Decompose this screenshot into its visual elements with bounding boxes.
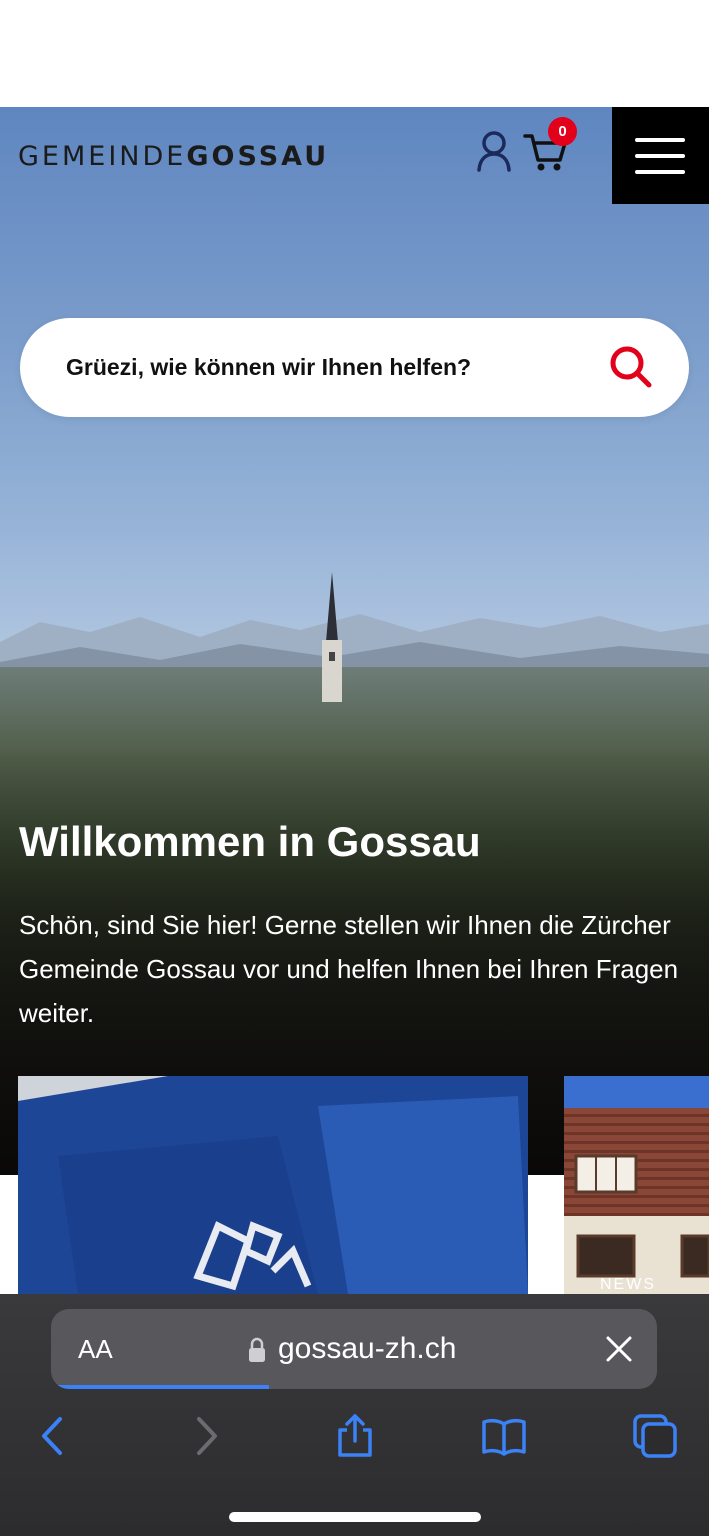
gemeinde-gossau-logo[interactable]: GEMEINDEGOSSAU [18,141,329,177]
hamburger-line [635,154,685,158]
status-bar-area [0,0,709,107]
cart-count-badge: 0 [548,117,577,146]
back-icon[interactable] [30,1413,76,1459]
home-indicator[interactable] [229,1512,481,1522]
hamburger-line [635,138,685,142]
forward-icon[interactable] [183,1413,229,1459]
tabs-icon[interactable] [632,1413,678,1459]
recycling-bin-image [18,1076,528,1294]
url-text[interactable]: gossau-zh.ch [278,1332,456,1366]
logo-part-light: GEMEINDE [18,141,187,172]
hamburger-line [635,170,685,174]
user-account-button[interactable] [474,130,514,174]
text-size-label: AA [78,1334,113,1364]
user-icon [477,131,511,172]
search-placeholder[interactable]: Grüezi, wie können wir Ihnen helfen? [66,354,471,381]
bookmarks-icon[interactable] [481,1413,527,1459]
search-field[interactable]: Grüezi, wie können wir Ihnen helfen? [20,318,689,417]
news-card-sky [564,1076,709,1110]
share-icon[interactable] [332,1413,378,1459]
teaser-card[interactable] [18,1076,528,1294]
menu-button[interactable] [612,107,709,204]
welcome-title: Willkommen in Gossau [19,818,481,865]
lock-icon [249,1337,265,1362]
house-windows [574,1154,709,1278]
welcome-text: Schön, sind Sie hier! Gerne stellen wir … [19,910,679,1028]
close-icon[interactable] [604,1334,634,1364]
search-icon[interactable] [608,344,654,390]
news-label: NEWS [600,1276,656,1293]
church-tower [322,572,342,702]
page-load-progress [51,1385,270,1389]
news-card[interactable]: NEWS [564,1076,709,1294]
logo-part-bold: GOSSAU [186,141,330,172]
text-size-button[interactable]: AA [78,1334,113,1365]
